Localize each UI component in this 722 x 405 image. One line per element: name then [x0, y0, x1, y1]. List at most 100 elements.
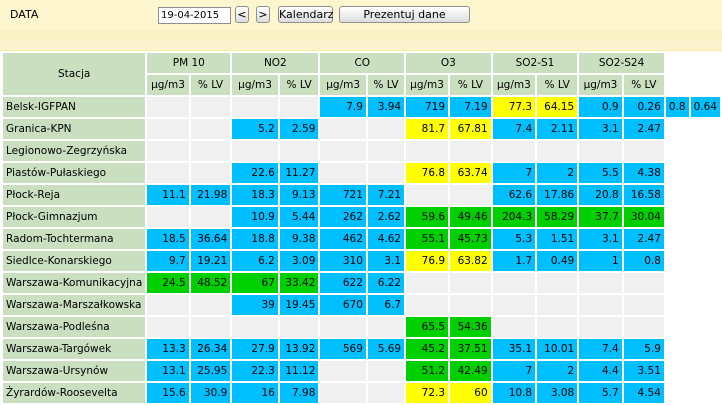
next-day-button[interactable]: > [256, 6, 270, 23]
value-cell-percent-lv: 5.9 [623, 339, 664, 359]
value-cell-ugm3 [147, 295, 189, 315]
station-name: Warszawa-Targówek [3, 339, 146, 359]
value-cell-ugm3 [406, 273, 449, 293]
station-name: Warszawa-Ursynów [3, 361, 146, 381]
value-cell-ugm3 [320, 317, 366, 337]
value-cell-ugm3: 81.7 [406, 119, 449, 139]
table-row: Radom-Tochtermana 18.5 36.64 18.8 9.38 462 4.6… [3, 229, 720, 249]
value-cell-ugm3: 37.7 [579, 207, 622, 227]
value-cell-ugm3: 39 [232, 295, 278, 315]
table-row: Siedlce-Konarskiego 9.7 19.21 6.2 3.09 310 3.1… [3, 251, 720, 271]
date-label: DATA [10, 8, 39, 21]
value-cell-percent-lv: 10.01 [537, 339, 578, 359]
unit-header: µg/m3 [492, 75, 536, 95]
value-cell-percent-lv [450, 295, 491, 315]
value-cell-percent-lv [190, 163, 231, 183]
value-cell-ugm3 [147, 163, 189, 183]
value-cell-ugm3 [147, 119, 189, 139]
value-cell-ugm3: 262 [320, 207, 366, 227]
prev-day-button[interactable]: < [235, 6, 249, 23]
value-cell-ugm3: 72.3 [406, 383, 449, 403]
value-cell-ugm3: 20.8 [579, 185, 622, 205]
value-cell-percent-lv: 30.9 [190, 383, 231, 403]
value-cell-ugm3: 76.9 [406, 251, 449, 271]
value-cell-percent-lv: 33.42 [279, 273, 319, 293]
table-row: Granica-KPN 5.2 2.59 81.7 67.81 7.4 2.11 3.1 2.4… [3, 119, 720, 139]
value-cell-percent-lv [623, 273, 664, 293]
pollutant-header-so2-s1: SO2-S1 [492, 53, 578, 73]
value-cell-percent-lv: 3.51 [623, 361, 664, 381]
value-cell-percent-lv: 63.74 [450, 163, 491, 183]
value-cell-percent-lv: 11.27 [279, 163, 319, 183]
table-row: Płock-Gimnazjum 10.9 5.44 262 2.62 59.6 49.46 2… [3, 207, 720, 227]
value-cell-ugm3 [579, 273, 622, 293]
value-cell-percent-lv [537, 273, 578, 293]
value-cell-percent-lv: 67.81 [450, 119, 491, 139]
value-cell-percent-lv [190, 295, 231, 315]
table-row: Płock-Reja 11.1 21.98 18.3 9.13 721 7.21 62.6 17… [3, 185, 720, 205]
value-cell-ugm3: 13.1 [147, 361, 189, 381]
station-name: Płock-Reja [3, 185, 146, 205]
table-row: Belsk-IGFPAN 7.9 3.94 719 7.19 77.3 64.15 0.9 0.… [3, 97, 720, 117]
toolbar: DATA < > Kalendarz Prezentuj dane [0, 0, 722, 30]
value-cell-ugm3: 1.7 [492, 251, 536, 271]
value-cell-ugm3: 59.6 [406, 207, 449, 227]
value-cell-percent-lv: 1.51 [537, 229, 578, 249]
value-cell-ugm3: 6.2 [232, 251, 278, 271]
value-cell-ugm3: 13.3 [147, 339, 189, 359]
value-cell-ugm3 [232, 317, 278, 337]
value-cell-ugm3 [320, 383, 366, 403]
value-cell-percent-lv: 16.58 [623, 185, 664, 205]
table-body: Belsk-IGFPAN 7.9 3.94 719 7.19 77.3 64.15 0.9 0.… [3, 97, 720, 403]
value-cell-percent-lv [537, 317, 578, 337]
value-cell-percent-lv: 0.49 [537, 251, 578, 271]
value-cell-ugm3 [232, 141, 278, 161]
value-cell-ugm3 [406, 295, 449, 315]
station-name: Warszawa-Marszałkowska [3, 295, 146, 315]
value-cell-percent-lv [367, 163, 405, 183]
value-cell-percent-lv: 26.34 [190, 339, 231, 359]
value-cell-ugm3: 65.5 [406, 317, 449, 337]
value-cell-percent-lv: 64.15 [537, 97, 578, 117]
calendar-button[interactable]: Kalendarz [278, 6, 334, 23]
value-cell-percent-lv: 3.08 [537, 383, 578, 403]
value-cell-percent-lv: 5.69 [367, 339, 405, 359]
value-cell-ugm3: 27.9 [232, 339, 278, 359]
value-cell-percent-lv: 2.47 [623, 119, 664, 139]
value-cell-percent-lv: 7.98 [279, 383, 319, 403]
unit-header: % LV [367, 75, 405, 95]
pollutant-header-o3: O3 [406, 53, 491, 73]
value-cell-percent-lv [279, 97, 319, 117]
date-input[interactable] [158, 7, 231, 24]
table-row: Warszawa-Ursynów 13.1 25.95 22.3 11.12 51.2 42… [3, 361, 720, 381]
value-cell-percent-lv: 7.19 [450, 97, 491, 117]
value-cell-ugm3: 24.5 [147, 273, 189, 293]
value-cell-ugm3: 10.9 [232, 207, 278, 227]
value-cell-ugm3 [147, 207, 189, 227]
value-cell-percent-lv: 2.59 [279, 119, 319, 139]
value-cell-ugm3 [232, 97, 278, 117]
value-cell-ugm3: 310 [320, 251, 366, 271]
value-cell-ugm3 [492, 273, 536, 293]
value-cell-ugm3 [320, 163, 366, 183]
table-row: Legionowo-Zegrzyńska [3, 141, 720, 161]
value-cell-ugm3 [147, 317, 189, 337]
value-cell-ugm3: 3.1 [579, 119, 622, 139]
value-cell-percent-lv: 11.12 [279, 361, 319, 381]
unit-header: µg/m3 [147, 75, 189, 95]
present-data-button[interactable]: Prezentuj dane [339, 6, 470, 23]
value-cell-ugm3: 1 [579, 251, 622, 271]
value-cell-percent-lv: 42.49 [450, 361, 491, 381]
value-cell-ugm3: 16 [232, 383, 278, 403]
value-cell-ugm3: 5.2 [232, 119, 278, 139]
value-cell-percent-lv [367, 119, 405, 139]
value-cell-percent-lv [450, 273, 491, 293]
value-cell-ugm3: 569 [320, 339, 366, 359]
value-cell-percent-lv [190, 207, 231, 227]
value-cell-ugm3: 204.3 [492, 207, 536, 227]
unit-header: % LV [537, 75, 578, 95]
value-cell-ugm3 [492, 317, 536, 337]
station-name: Radom-Tochtermana [3, 229, 146, 249]
value-cell-percent-lv [623, 317, 664, 337]
value-cell-ugm3: 5.3 [492, 229, 536, 249]
